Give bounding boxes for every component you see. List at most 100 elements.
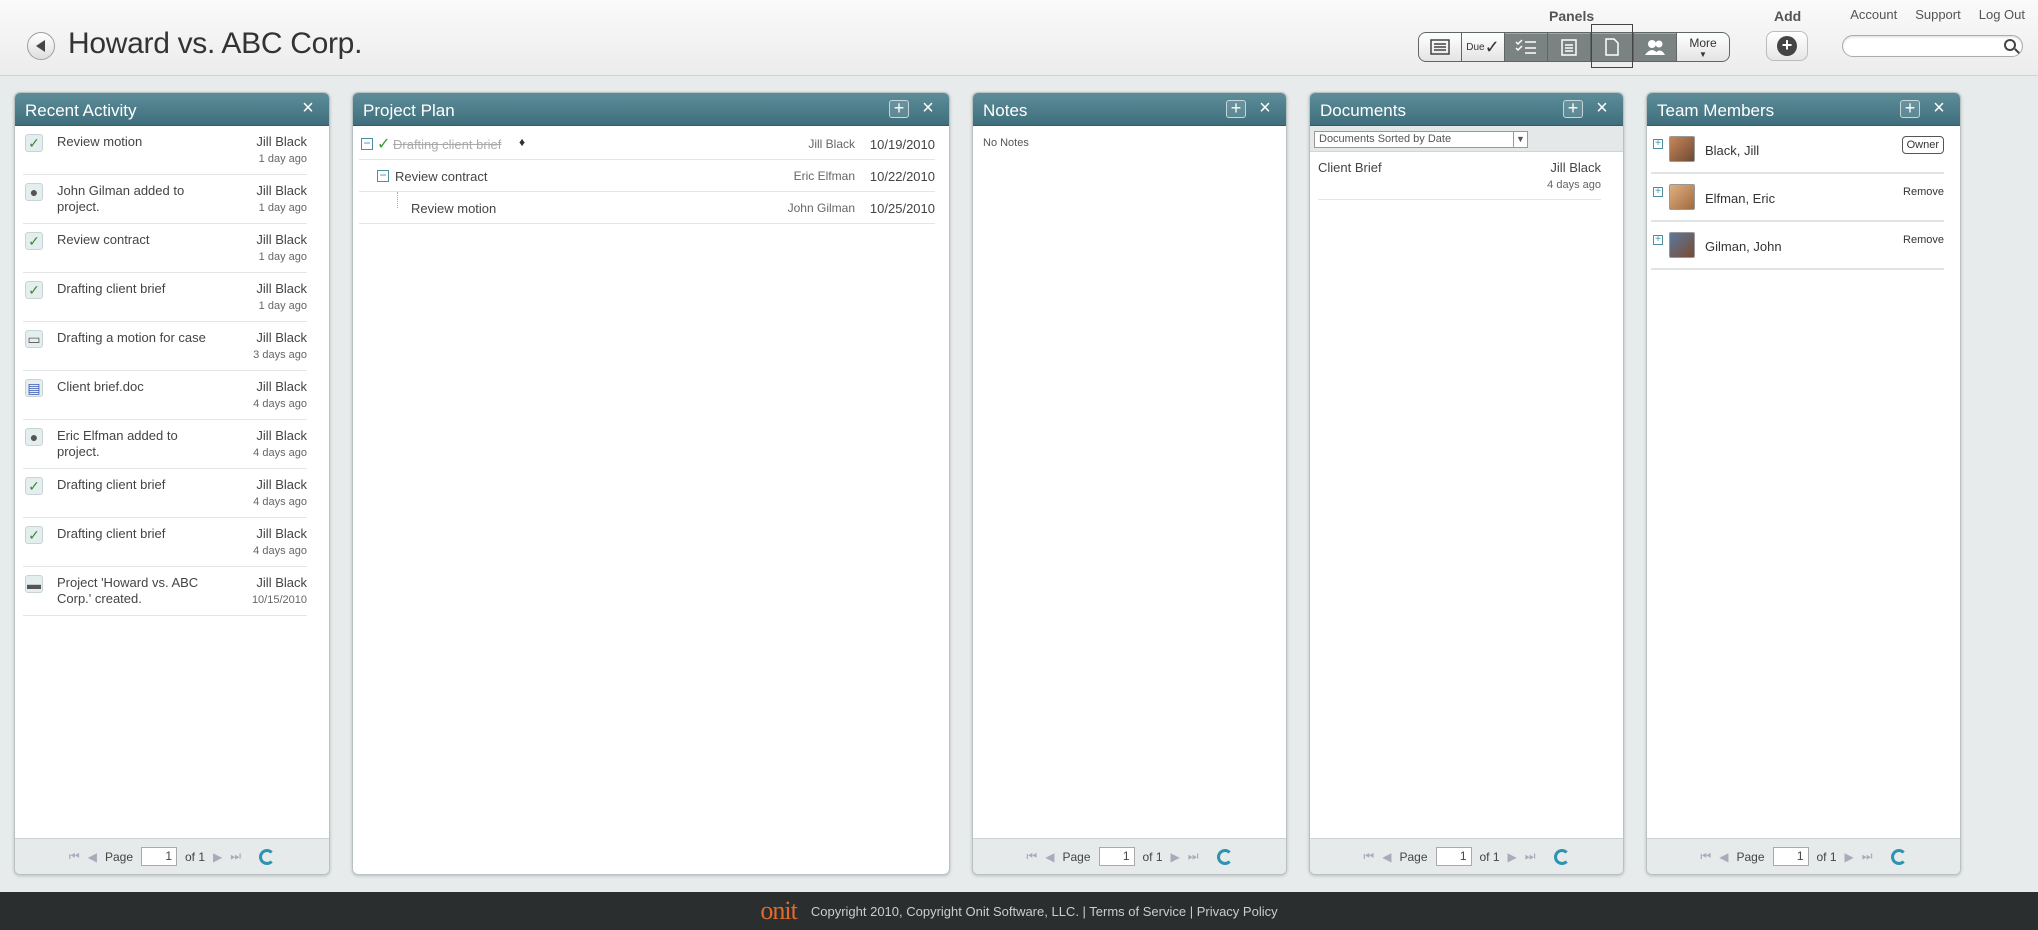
activity-user: Jill Black [256, 183, 307, 198]
refresh-icon[interactable] [1890, 848, 1907, 865]
list-item[interactable]: ✓ Review contract Jill Black 1 day ago [23, 224, 307, 273]
list-item[interactable]: ▭ Drafting a motion for case Jill Black 3 d… [23, 322, 307, 371]
copyright-text[interactable]: Copyright 2010, Copyright Onit Software,… [811, 904, 1278, 919]
activity-text: Drafting a motion for case [57, 330, 206, 345]
activity-text: Review contract [57, 232, 150, 247]
notes-panel-button[interactable] [1548, 33, 1591, 61]
onit-logo: onit [760, 896, 797, 925]
recent-activity-panel-button[interactable] [1419, 33, 1462, 61]
page-number-input[interactable]: 1 [1772, 847, 1809, 866]
close-icon[interactable]: × [1593, 98, 1611, 118]
next-page-icon[interactable]: ▶ [1171, 850, 1180, 864]
project-plan-panel-button[interactable] [1505, 33, 1548, 61]
expand-icon[interactable]: + [1653, 187, 1663, 197]
project-plan-panel: Project Plan + × − ✓ Drafting client bri… [352, 92, 950, 875]
panel-title: Team Members [1657, 101, 1775, 120]
page-number-input[interactable]: 1 [141, 847, 177, 866]
top-links: Account Support Log Out [1850, 7, 2025, 22]
more-panels-button[interactable]: More ▼ [1677, 33, 1729, 61]
task-owner: John Gilman [787, 201, 855, 215]
task-name[interactable]: Review contract [395, 169, 487, 184]
search-input[interactable] [1842, 35, 2023, 57]
close-icon[interactable]: × [919, 98, 937, 118]
add-note-button[interactable]: + [1226, 99, 1246, 118]
add-member-button[interactable]: + [1900, 99, 1920, 118]
add-task-button[interactable]: + [889, 99, 909, 118]
add-button[interactable]: + [1766, 31, 1808, 61]
activity-text: Review motion [57, 134, 143, 149]
next-page-icon[interactable]: ▶ [1845, 850, 1854, 864]
add-document-button[interactable]: + [1563, 99, 1583, 118]
prev-page-icon[interactable]: ◀ [1719, 850, 1728, 864]
comment-icon: ▭ [25, 330, 43, 348]
first-page-icon[interactable]: ⏮ [1700, 849, 1711, 864]
first-page-icon[interactable]: ⏮ [69, 849, 80, 864]
back-button[interactable] [27, 32, 55, 60]
selected-panel-indicator [1591, 24, 1633, 68]
task-name[interactable]: Review motion [411, 201, 496, 216]
recent-activity-panel: Recent Activity × ✓ Review motion Jill Bla… [14, 92, 330, 875]
list-item[interactable]: ✓ Review motion Jill Black 1 day ago [23, 126, 307, 175]
first-page-icon[interactable]: ⏮ [1026, 849, 1037, 864]
refresh-icon[interactable] [259, 848, 276, 865]
list-item[interactable]: ✓ Drafting client brief Jill Black 4 days a… [23, 469, 307, 518]
first-page-icon[interactable]: ⏮ [1363, 849, 1374, 864]
document-name[interactable]: Client Brief [1318, 160, 1382, 175]
support-link[interactable]: Support [1915, 7, 1961, 22]
list-item[interactable]: + Gilman, John Remove [1651, 222, 1944, 270]
due-panel-button[interactable]: Due ✓ [1462, 33, 1505, 61]
close-icon[interactable]: × [1930, 98, 1948, 118]
prev-page-icon[interactable]: ◀ [1382, 850, 1391, 864]
list-item[interactable]: + Black, Jill Owner [1651, 126, 1944, 174]
table-row[interactable]: − ✓ Drafting client brief ♦ Jill Black 1… [359, 128, 935, 160]
list-item[interactable]: ● John Gilman added to project. Jill Black… [23, 175, 307, 224]
collapse-icon[interactable]: − [361, 137, 373, 150]
remove-member-link[interactable]: Remove [1903, 186, 1944, 198]
member-name[interactable]: Gilman, John [1705, 239, 1782, 254]
last-page-icon[interactable]: ⏭ [1188, 849, 1199, 864]
pager: ⏮ ◀ Page 1 of 1 ▶ ⏭ [1647, 838, 1960, 874]
list-item[interactable]: Client Brief Jill Black 4 days ago [1318, 152, 1601, 200]
prev-page-icon[interactable]: ◀ [1045, 850, 1054, 864]
list-item[interactable]: ● Eric Elfman added to project. Jill Black… [23, 420, 307, 469]
next-page-icon[interactable]: ▶ [213, 850, 222, 864]
table-row[interactable]: Review motion John Gilman 10/25/2010 [359, 192, 935, 224]
add-label: Add [1774, 8, 1802, 24]
expand-icon[interactable]: + [1653, 139, 1663, 149]
page-label: Page [104, 849, 133, 864]
last-page-icon[interactable]: ⏭ [1862, 849, 1873, 864]
activity-time: 4 days ago [253, 496, 307, 508]
member-name[interactable]: Black, Jill [1705, 143, 1759, 158]
team-members-panel-button[interactable] [1634, 33, 1677, 61]
collapse-icon[interactable]: − [377, 169, 389, 182]
tree-line [397, 192, 398, 208]
list-item[interactable]: ✓ Drafting client brief Jill Black 1 day ag… [23, 273, 307, 322]
close-icon[interactable]: × [1256, 98, 1274, 118]
list-item[interactable]: ▤ Client brief.doc Jill Black 4 days ago [23, 371, 307, 420]
remove-member-link[interactable]: Remove [1903, 234, 1944, 246]
expand-icon[interactable]: + [1653, 235, 1663, 245]
page-number-input[interactable]: 1 [1098, 847, 1135, 866]
list-item[interactable]: ▬ Project 'Howard vs. ABC Corp.' created.… [23, 567, 307, 616]
account-link[interactable]: Account [1850, 7, 1897, 22]
table-row[interactable]: − Review contract Eric Elfman 10/22/2010 [359, 160, 935, 192]
logout-link[interactable]: Log Out [1979, 7, 2025, 22]
refresh-icon[interactable] [1216, 848, 1233, 865]
prev-page-icon[interactable]: ◀ [88, 850, 97, 864]
check-icon: ✓ [25, 526, 43, 544]
list-item[interactable]: + Elfman, Eric Remove [1651, 174, 1944, 222]
page-count: of 1 [1816, 849, 1837, 864]
last-page-icon[interactable]: ⏭ [1525, 849, 1536, 864]
refresh-icon[interactable] [1553, 848, 1570, 865]
last-page-icon[interactable]: ⏭ [230, 849, 241, 864]
close-icon[interactable]: × [299, 98, 317, 118]
next-page-icon[interactable]: ▶ [1508, 850, 1517, 864]
page-label: Page [1736, 849, 1765, 864]
search-icon[interactable] [2004, 39, 2016, 51]
task-name[interactable]: Drafting client brief [393, 137, 501, 152]
sort-select[interactable]: Documents Sorted by Date ▼ [1314, 131, 1528, 148]
member-name[interactable]: Elfman, Eric [1705, 191, 1775, 206]
list-item[interactable]: ✓ Drafting client brief Jill Black 4 days a… [23, 518, 307, 567]
activity-user: Jill Black [256, 232, 307, 247]
page-number-input[interactable]: 1 [1435, 847, 1472, 866]
